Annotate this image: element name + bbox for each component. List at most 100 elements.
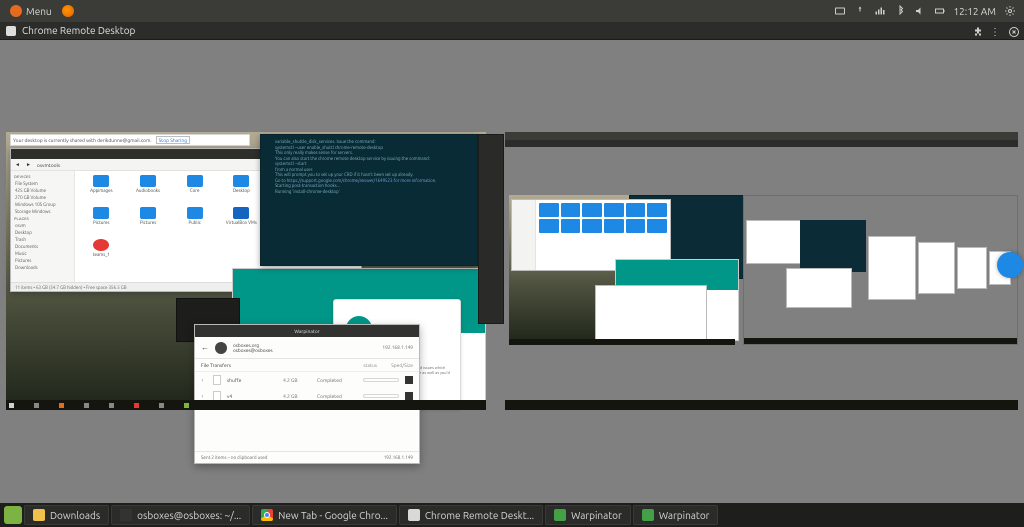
term-icon — [120, 509, 132, 521]
transfers-label: File Transfers — [201, 362, 231, 368]
tb-item[interactable] — [159, 403, 164, 408]
back-icon[interactable]: ← — [201, 343, 209, 352]
fm-sidebar-item[interactable]: 270 GB Volume — [14, 195, 71, 200]
remote-session-right[interactable] — [505, 132, 1018, 410]
updates-icon[interactable] — [854, 5, 866, 17]
battery-icon[interactable] — [934, 5, 946, 17]
fm-sidebar-item[interactable]: Pictures — [14, 258, 71, 263]
folder-item[interactable]: Desktop — [219, 175, 264, 205]
fm-sidebar-item[interactable]: Windows 10S Group — [14, 202, 71, 207]
folder-item[interactable]: Pictures — [79, 207, 124, 237]
fm-back-icon[interactable]: ◄ — [15, 161, 20, 168]
transfer-progress — [363, 378, 399, 382]
folder-item[interactable]: VirtualBox VMs — [219, 207, 264, 237]
file-manager-sidebar[interactable]: DEVICES File System 425 GB Volume 270 GB… — [11, 171, 75, 282]
fm-sidebar-item[interactable]: Trash — [14, 237, 71, 242]
settings-gear-icon[interactable] — [1004, 5, 1016, 17]
folder-icon — [233, 175, 249, 187]
tb-item[interactable] — [184, 403, 189, 408]
deep-window-cluster[interactable] — [746, 220, 864, 320]
firefox-icon[interactable] — [62, 5, 74, 17]
side-panel-stack[interactable] — [478, 134, 504, 324]
tb-item[interactable] — [34, 403, 39, 408]
nested-session-right[interactable] — [743, 195, 1018, 345]
fm-sidebar-item[interactable]: Downloads — [14, 265, 71, 270]
transfers-section-header: File Transfers status Sped/Size — [195, 359, 419, 372]
taskbar-item[interactable]: Chrome Remote Deskt... — [399, 505, 543, 525]
nested-top-panel[interactable] — [505, 132, 1018, 140]
tb-item[interactable] — [84, 403, 89, 408]
deep-warpinator[interactable] — [786, 268, 852, 308]
folder-icon — [187, 207, 203, 219]
transfer-stop-icon[interactable] — [405, 376, 413, 384]
extensions-icon[interactable] — [972, 26, 982, 36]
fm-sidebar-item[interactable]: Storage Windows — [14, 209, 71, 214]
remote-taskbar-left[interactable] — [6, 400, 486, 410]
menu-button[interactable]: Menu — [4, 5, 58, 17]
nested-warpinator-window[interactable] — [595, 285, 707, 343]
taskbar-label: osboxes@osboxes: ~/... — [137, 510, 241, 521]
deep-nested-workspace — [743, 195, 1018, 345]
nested-host-taskbar[interactable] — [505, 400, 1018, 410]
folder-item[interactable]: Public — [172, 207, 217, 237]
recursive-preview[interactable] — [868, 236, 916, 300]
taskbar-item[interactable]: Downloads — [24, 505, 109, 525]
folder-item[interactable]: teams_1 — [79, 239, 124, 269]
warp-footer-ip: 192.168.1.149 — [384, 455, 413, 460]
folder-label: Pictures — [140, 220, 156, 225]
tb-item[interactable] — [59, 403, 64, 408]
tb-item[interactable] — [134, 403, 139, 408]
keyboard-layout-icon[interactable] — [834, 5, 846, 17]
fm-sidebar-item[interactable]: File System — [14, 181, 71, 186]
warp-icon — [642, 509, 654, 521]
tb-item[interactable] — [9, 403, 14, 408]
recursive-preview[interactable] — [918, 242, 956, 294]
network-icon[interactable] — [874, 5, 886, 17]
taskbar-label: Warpinator — [659, 510, 710, 521]
remote-desktop-left: Your desktop is currently shared with de… — [6, 132, 486, 410]
folder-item[interactable]: Appimages — [79, 175, 124, 205]
fm-sidebar-item[interactable]: Documents — [14, 244, 71, 249]
taskbar-item[interactable]: Warpinator — [633, 505, 719, 525]
terminal-window[interactable]: variable_shuttle_disk_services. Issue th… — [260, 134, 478, 266]
close-icon[interactable] — [1008, 26, 1018, 36]
crd-side-handle-icon[interactable] — [997, 252, 1023, 278]
more-menu-icon[interactable]: ⋮ — [990, 26, 1000, 36]
deep-taskbar[interactable] — [744, 338, 1017, 344]
transfer-size: 4.2 GB — [283, 377, 311, 383]
warpinator-window[interactable]: Warpinator ← osboxes.org osboxes@osboxes… — [194, 324, 420, 464]
fm-path[interactable]: osvmtools — [37, 162, 60, 168]
sharing-banner: Your desktop is currently shared with de… — [10, 134, 250, 146]
folder-icon — [93, 207, 109, 219]
fm-forward-icon[interactable]: ► — [26, 161, 31, 168]
bluetooth-icon[interactable] — [894, 5, 906, 17]
nested-fm-sidebar[interactable] — [512, 200, 536, 270]
taskbar-item[interactable]: osboxes@osboxes: ~/... — [111, 505, 250, 525]
tb-item[interactable] — [109, 403, 114, 408]
taskbar-item[interactable]: New Tab - Google Chro... — [252, 505, 397, 525]
stop-sharing-button[interactable]: Stop Sharing — [156, 136, 190, 144]
volume-icon[interactable] — [914, 5, 926, 17]
fm-sidebar-item[interactable]: osvm — [14, 223, 71, 228]
warpinator-titlebar[interactable]: Warpinator — [195, 325, 419, 337]
clock[interactable]: 12:12 AM — [954, 6, 997, 17]
folder-item[interactable]: Audiobooks — [126, 175, 171, 205]
deep-terminal[interactable] — [800, 220, 866, 272]
remote-session-left[interactable]: Your desktop is currently shared with de… — [6, 132, 486, 410]
folder-icon — [233, 207, 249, 219]
transfer-stop-icon[interactable] — [405, 392, 413, 400]
nested-session-left[interactable] — [509, 195, 735, 345]
folder-item[interactable]: Pictures — [126, 207, 171, 237]
folder-icon — [140, 207, 156, 219]
nested-taskbar[interactable] — [509, 339, 735, 345]
taskbar-item[interactable]: Warpinator — [545, 505, 631, 525]
start-menu-button[interactable] — [4, 506, 22, 524]
fm-sidebar-item[interactable]: Music — [14, 251, 71, 256]
recursive-preview[interactable] — [957, 247, 986, 289]
transfer-state: Completed — [317, 393, 357, 399]
folder-item[interactable]: Core — [172, 175, 217, 205]
transfer-row[interactable]: ↑shuffe4.2 GBCompleted — [195, 372, 419, 388]
fm-sidebar-item[interactable]: Desktop — [14, 230, 71, 235]
file-icon — [213, 375, 221, 385]
fm-sidebar-item[interactable]: 425 GB Volume — [14, 188, 71, 193]
